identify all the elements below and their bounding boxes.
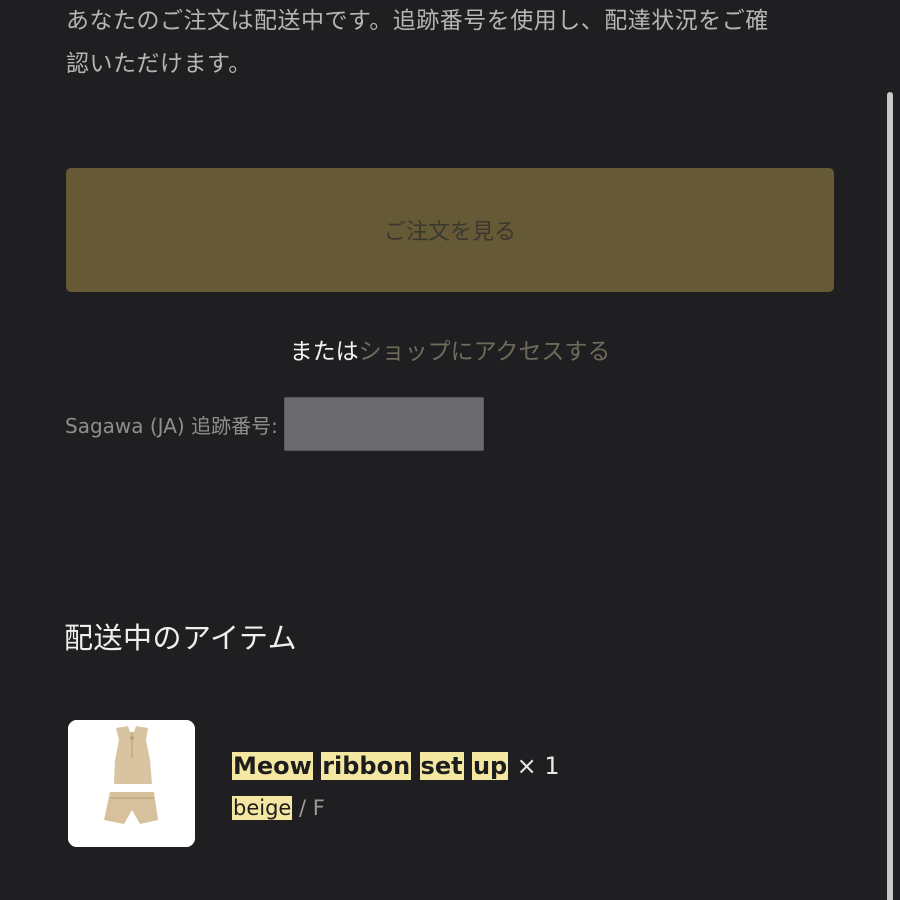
product-color: beige	[232, 796, 293, 820]
product-size: / F	[299, 796, 325, 820]
view-order-button[interactable]: ご注文を見る	[66, 168, 834, 292]
shop-alternative-line: またはショップにアクセスする	[0, 332, 900, 372]
visit-shop-link[interactable]: ショップにアクセスする	[359, 339, 611, 365]
product-name: Meow ribbon set up × 1	[232, 744, 560, 788]
items-in-transit-title: 配送中のアイテム	[64, 621, 298, 655]
list-item: Meow ribbon set up × 1 beige / F	[68, 720, 828, 848]
product-name-word: ribbon	[321, 752, 412, 780]
intro-line-1: あなたのご注文は配送中です。追跡番号を使用し、配達状況をご確	[66, 8, 769, 34]
product-info: Meow ribbon set up × 1 beige / F	[232, 744, 560, 828]
product-name-word: set	[419, 752, 464, 780]
tracking-number-row: Sagawa (JA) 追跡番号:	[65, 396, 484, 452]
shipping-intro-text: あなたのご注文は配送中です。追跡番号を使用し、配達状況をご確 認いただけます。	[66, 0, 846, 86]
product-name-word: up	[471, 752, 509, 780]
view-order-button-label: ご注文を見る	[383, 220, 516, 245]
intro-line-2: 認いただけます。	[66, 51, 252, 77]
vertical-scrollbar[interactable]	[887, 92, 893, 900]
product-image	[68, 720, 195, 847]
tracking-number-value[interactable]	[283, 397, 484, 451]
product-variant: beige / F	[232, 788, 560, 828]
tracking-label: Sagawa (JA) 追跡番号:	[65, 413, 278, 438]
alternative-prefix: または	[289, 339, 359, 365]
product-name-word: Meow	[232, 752, 313, 780]
order-shipping-page: あなたのご注文は配送中です。追跡番号を使用し、配達状況をご確 認いただけます。 …	[0, 0, 900, 900]
product-quantity: × 1	[516, 752, 560, 780]
